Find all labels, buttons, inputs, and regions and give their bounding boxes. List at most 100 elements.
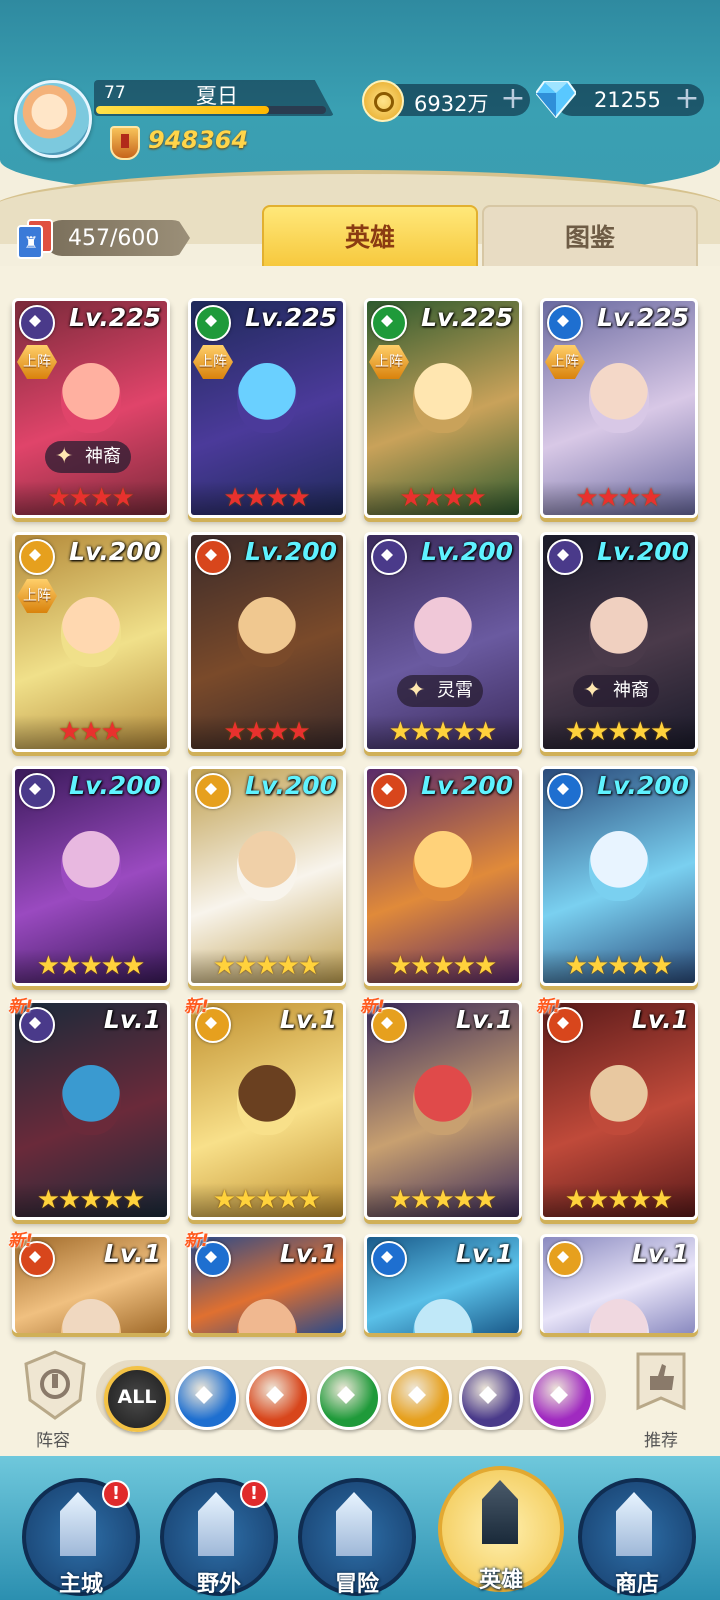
hero-face: [61, 363, 121, 433]
hero-card[interactable]: Lv.1 ★★★★★: [540, 1000, 698, 1220]
filter-light-button[interactable]: [388, 1366, 452, 1430]
hero-card[interactable]: Lv.225 上阵 ★★★★: [364, 298, 522, 518]
filter-water-button[interactable]: [175, 1366, 239, 1430]
star-icon: ★: [47, 483, 71, 513]
star-icon: ★: [36, 951, 61, 981]
star-icon: ★: [473, 951, 498, 981]
hero-card[interactable]: Lv.200灵霄★★★★★: [364, 532, 522, 752]
hero-card[interactable]: Lv.200 ★★★★★: [188, 766, 346, 986]
hero-level: Lv.200: [245, 537, 337, 566]
star-icon: ★: [628, 717, 652, 747]
star-icon: ★: [452, 717, 476, 747]
hero-face: [589, 831, 649, 901]
nav-item-3[interactable]: 英雄: [438, 1466, 564, 1593]
hero-card[interactable]: Lv.200 ★★★★: [188, 532, 346, 752]
star-icon: ★: [649, 951, 674, 981]
nav-building-icon: [198, 1492, 234, 1556]
hero-card[interactable]: Lv.1 ★★★★★: [364, 1000, 522, 1220]
star-icon: ★: [36, 1185, 61, 1215]
nav-item-0[interactable]: 主城!: [22, 1478, 140, 1597]
star-icon: ★: [452, 951, 476, 981]
gem-amount: 21255: [594, 88, 661, 112]
hero-level: Lv.1: [103, 1239, 161, 1268]
hero-card[interactable]: Lv.225 上阵 ★★★★: [188, 298, 346, 518]
star-icon: ★: [564, 717, 589, 747]
hero-level: Lv.1: [103, 1005, 161, 1034]
hero-card[interactable]: Lv.225上阵神裔★★★★: [12, 298, 170, 518]
hero-card[interactable]: Lv.225 上阵 ★★★★: [540, 298, 698, 518]
hero-card[interactable]: Lv.1: [12, 1234, 170, 1333]
star-icon: ★: [244, 717, 268, 747]
star-icon: ★: [410, 951, 434, 981]
hero-class-tag: 神裔: [45, 441, 131, 473]
star-icon: ★: [442, 483, 466, 513]
lineup-shield-icon[interactable]: [20, 1350, 90, 1420]
add-gold-button[interactable]: +: [500, 84, 526, 114]
star-rating: ★★★★★: [191, 949, 343, 983]
star-icon: ★: [79, 717, 103, 747]
faction-dark-icon: [371, 539, 407, 575]
hero-level: Lv.200: [597, 771, 689, 800]
hero-face: [237, 363, 297, 433]
star-icon: ★: [79, 951, 103, 981]
new-badge: 新!: [184, 1231, 209, 1251]
star-icon: ★: [212, 951, 237, 981]
filter-wind-button[interactable]: [317, 1366, 381, 1430]
faction-blue-icon: [547, 305, 583, 341]
recommend-thumbs-up-icon[interactable]: [626, 1350, 696, 1420]
star-icon: ★: [628, 1185, 652, 1215]
hero-cards-icon: ♜: [17, 219, 53, 259]
hero-level: Lv.1: [279, 1005, 337, 1034]
star-icon: ★: [244, 483, 268, 513]
star-icon: ★: [276, 1185, 300, 1215]
tab-codex[interactable]: 图鉴: [482, 205, 698, 271]
hero-card[interactable]: Lv.200神裔★★★★★: [540, 532, 698, 752]
hero-level: Lv.1: [631, 1239, 689, 1268]
hero-card[interactable]: Lv.200 ★★★★★: [12, 766, 170, 986]
roster-count: 457/600: [68, 226, 160, 251]
hero-face: [413, 597, 473, 667]
faction-fire-icon: [195, 539, 231, 575]
filter-dark-button[interactable]: [459, 1366, 523, 1430]
filter-all-button[interactable]: ALL: [104, 1366, 170, 1432]
star-icon: ★: [90, 483, 114, 513]
hero-face: [237, 831, 297, 901]
faction-dark-icon: [19, 305, 55, 341]
hero-card[interactable]: Lv.200 上阵 ★★★: [12, 532, 170, 752]
hero-level: Lv.1: [455, 1239, 513, 1268]
faction-light-icon: [547, 1241, 583, 1277]
filter-fire-button[interactable]: [246, 1366, 310, 1430]
star-icon: ★: [100, 951, 124, 981]
nav-item-2[interactable]: 冒险: [298, 1478, 416, 1597]
nav-building-icon: [336, 1492, 372, 1556]
star-rating: ★★★★: [15, 481, 167, 515]
new-badge: 新!: [8, 1231, 33, 1251]
nav-item-1[interactable]: 野外!: [160, 1478, 278, 1597]
star-icon: ★: [639, 483, 663, 513]
nav-item-4[interactable]: 商店: [578, 1478, 696, 1597]
hero-card[interactable]: Lv.200 ★★★★★: [540, 766, 698, 986]
hero-face: [237, 597, 297, 667]
alert-badge: !: [102, 1480, 130, 1508]
player-avatar[interactable]: [14, 80, 92, 158]
star-icon: ★: [607, 951, 631, 981]
star-rating: ★★★: [15, 715, 167, 749]
hero-card[interactable]: Lv.1 ★★★★★: [12, 1000, 170, 1220]
star-icon: ★: [276, 951, 300, 981]
hero-face: [237, 1065, 297, 1135]
hero-card[interactable]: Lv.1: [540, 1234, 698, 1333]
hero-level: Lv.225: [69, 303, 161, 332]
hero-card[interactable]: Lv.1 ★★★★★: [188, 1000, 346, 1220]
hero-card[interactable]: Lv.200 ★★★★★: [364, 766, 522, 986]
star-rating: ★★★★★: [367, 715, 519, 749]
add-gem-button[interactable]: +: [674, 84, 700, 114]
star-icon: ★: [234, 951, 258, 981]
star-icon: ★: [266, 483, 290, 513]
hero-card[interactable]: Lv.1: [188, 1234, 346, 1333]
star-icon: ★: [596, 483, 620, 513]
star-icon: ★: [287, 483, 311, 513]
hero-card[interactable]: Lv.1: [364, 1234, 522, 1333]
filter-arcane-button[interactable]: [530, 1366, 594, 1430]
star-rating: ★★★★★: [543, 949, 695, 983]
tab-heroes[interactable]: 英雄: [262, 205, 478, 271]
